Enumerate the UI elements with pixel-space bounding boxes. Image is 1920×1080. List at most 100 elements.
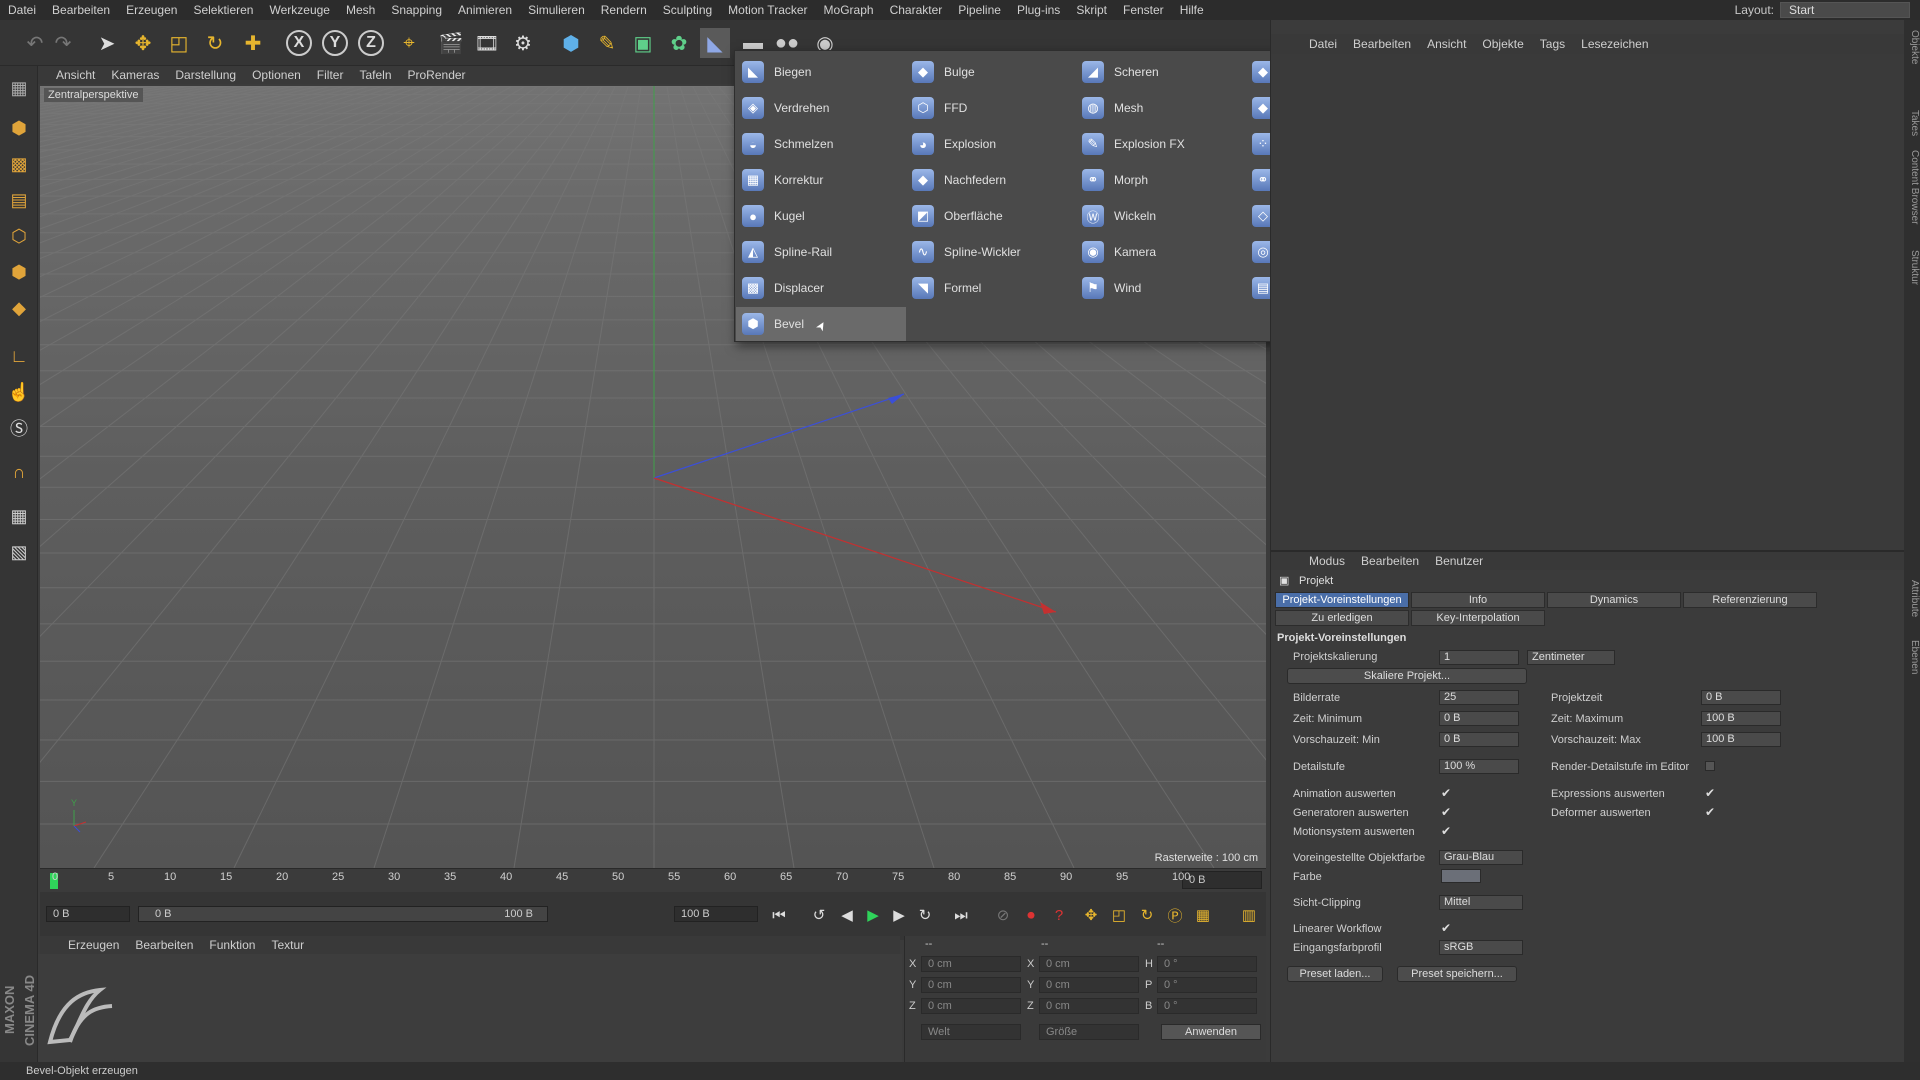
deformer-item-schmelzen[interactable]: ◒ Schmelzen bbox=[736, 127, 906, 161]
generators-checkbox[interactable]: ✔ bbox=[1441, 805, 1451, 819]
key-parameter-icon[interactable]: Ⓟ bbox=[1164, 904, 1186, 926]
menu-simulieren[interactable]: Simulieren bbox=[520, 0, 593, 20]
side-tab-objekte[interactable]: Objekte bbox=[1904, 30, 1920, 64]
frame-range-slider[interactable]: 0 B 100 B bbox=[138, 906, 548, 922]
object-menu-tags[interactable]: Tags bbox=[1532, 37, 1573, 51]
preset-load-button[interactable]: Preset laden... bbox=[1287, 966, 1383, 982]
texture-mode-icon[interactable]: ▩ bbox=[5, 150, 33, 178]
previous-frame-icon[interactable]: ◀ bbox=[836, 904, 858, 926]
viewport-menu-optionen[interactable]: Optionen bbox=[244, 66, 309, 84]
spline-pen-icon[interactable]: ✎ bbox=[592, 28, 622, 58]
side-tab-content-browser[interactable]: Content Browser bbox=[1904, 150, 1920, 224]
color-swatch[interactable] bbox=[1441, 869, 1481, 883]
menu-mograph[interactable]: MoGraph bbox=[816, 0, 882, 20]
tweak-mode-icon[interactable]: ☝ bbox=[5, 378, 33, 406]
deformer-item-scheren[interactable]: ◢ Scheren bbox=[1076, 55, 1246, 89]
record-active-icon[interactable]: ⏺ bbox=[1020, 904, 1042, 926]
side-tab-ebenen[interactable]: Ebenen bbox=[1904, 640, 1920, 674]
deformers-checkbox[interactable]: ✔ bbox=[1705, 805, 1715, 819]
attribute-menu-bearbeiten[interactable]: Bearbeiten bbox=[1353, 554, 1427, 568]
rotate-icon[interactable]: ↻ bbox=[200, 28, 230, 58]
viewport-menu-tafeln[interactable]: Tafeln bbox=[351, 66, 399, 84]
axis-mode-icon[interactable]: ∟ bbox=[5, 342, 33, 370]
subdivision-icon[interactable]: ▣ bbox=[628, 28, 658, 58]
end-frame-field[interactable]: 100 B bbox=[674, 906, 758, 922]
points-mode-icon[interactable]: ⬡ bbox=[5, 222, 33, 250]
deformer-item-biegen[interactable]: ◣ Biegen bbox=[736, 55, 906, 89]
magnet-icon[interactable]: ∩ bbox=[5, 458, 33, 486]
attribute-menu-benutzer[interactable]: Benutzer bbox=[1427, 554, 1491, 568]
timeline-ruler[interactable]: 0 B 0 5 10 15 20 25 30 35 40 45 50 55 60 65 70 75 80 85 90… bbox=[40, 868, 1266, 892]
object-manager-area[interactable] bbox=[1271, 54, 1905, 554]
preset-save-button[interactable]: Preset speichern... bbox=[1397, 966, 1517, 982]
redo-icon[interactable]: ↷ bbox=[48, 28, 78, 58]
coord-field[interactable]: 0 cm bbox=[1039, 998, 1139, 1014]
viewport-menu-darstellung[interactable]: Darstellung bbox=[167, 66, 244, 84]
cube-object-icon[interactable]: ⬢ bbox=[556, 28, 586, 58]
menu-datei[interactable]: Datei bbox=[0, 0, 44, 20]
render-detail-checkbox[interactable] bbox=[1705, 761, 1715, 771]
attribute-menu-modus[interactable]: Modus bbox=[1301, 554, 1353, 568]
coord-field[interactable]: 0 cm bbox=[1039, 956, 1139, 972]
cloner-icon[interactable]: ✿ bbox=[664, 28, 694, 58]
grid-snap-icon[interactable]: ▧ bbox=[5, 538, 33, 566]
axis-x-toggle[interactable]: X bbox=[286, 30, 312, 56]
deformer-item-ffd[interactable]: ⬡ FFD bbox=[906, 91, 1076, 125]
deformer-item-kugel[interactable]: ● Kugel bbox=[736, 199, 906, 233]
side-tab-struktur[interactable]: Struktur bbox=[1904, 250, 1920, 285]
polygons-mode-icon[interactable]: ◆ bbox=[5, 294, 33, 322]
viewport-menu-prorender[interactable]: ProRender bbox=[400, 66, 474, 84]
menu-selektieren[interactable]: Selektieren bbox=[185, 0, 261, 20]
coord-field[interactable]: 0 cm bbox=[921, 977, 1021, 993]
render-picture-viewer-icon[interactable]: 🎞 bbox=[472, 28, 502, 58]
zeit-min-field[interactable]: 0 B bbox=[1439, 711, 1519, 726]
scale-icon[interactable]: ◰ bbox=[164, 28, 194, 58]
menu-charakter[interactable]: Charakter bbox=[882, 0, 951, 20]
tab-key-interpolation[interactable]: Key-Interpolation bbox=[1411, 610, 1545, 626]
workplane-icon[interactable]: ▤ bbox=[5, 186, 33, 214]
deformer-item-wickeln[interactable]: Ⓦ Wickeln bbox=[1076, 199, 1246, 233]
side-tab-attribute[interactable]: Attribute bbox=[1904, 580, 1920, 617]
play-icon[interactable]: ▶ bbox=[862, 904, 884, 926]
scale-project-button[interactable]: Skaliere Projekt... bbox=[1287, 668, 1527, 684]
menu-plug-ins[interactable]: Plug-ins bbox=[1009, 0, 1068, 20]
input-profile-dropdown[interactable]: sRGB bbox=[1439, 940, 1523, 955]
side-tab-takes[interactable]: Takes bbox=[1904, 110, 1920, 136]
object-menu-ansicht[interactable]: Ansicht bbox=[1419, 37, 1474, 51]
coordinate-system-icon[interactable]: ⌖ bbox=[394, 28, 424, 58]
bilderrate-field[interactable]: 25 bbox=[1439, 690, 1519, 705]
snap-icon[interactable]: Ⓢ bbox=[5, 414, 33, 442]
axis-z-toggle[interactable]: Z bbox=[358, 30, 384, 56]
deformer-item-spline-wickler[interactable]: ∿ Spline-Wickler bbox=[906, 235, 1076, 269]
coord-field[interactable]: 0 ° bbox=[1157, 998, 1257, 1014]
make-editable-icon[interactable]: ▦ bbox=[5, 74, 33, 102]
axis-y-toggle[interactable]: Y bbox=[322, 30, 348, 56]
menu-fenster[interactable]: Fenster bbox=[1115, 0, 1172, 20]
projektskalierung-field[interactable]: 1 bbox=[1439, 650, 1519, 665]
menu-bearbeiten[interactable]: Bearbeiten bbox=[44, 0, 118, 20]
object-menu-datei[interactable]: Datei bbox=[1301, 37, 1345, 51]
coord-field[interactable]: 0 ° bbox=[1157, 977, 1257, 993]
vorschau-min-field[interactable]: 0 B bbox=[1439, 732, 1519, 747]
detailstufe-field[interactable]: 100 % bbox=[1439, 759, 1519, 774]
deformer-item-bevel[interactable]: ⬢ Bevel ➤ bbox=[736, 307, 906, 341]
coord-field[interactable]: 0 ° bbox=[1157, 956, 1257, 972]
menu-erzeugen[interactable]: Erzeugen bbox=[118, 0, 185, 20]
material-area[interactable] bbox=[38, 954, 902, 1062]
material-menu-bearbeiten[interactable]: Bearbeiten bbox=[127, 938, 201, 952]
vorschau-max-field[interactable]: 100 B bbox=[1701, 732, 1781, 747]
object-menu-objekte[interactable]: Objekte bbox=[1474, 37, 1531, 51]
coord-size-dropdown[interactable]: Größe bbox=[1039, 1024, 1139, 1040]
deformer-item-morph[interactable]: ⚭ Morph bbox=[1076, 163, 1246, 197]
object-menu-lesezeichen[interactable]: Lesezeichen bbox=[1573, 37, 1656, 51]
deformer-item-bulge[interactable]: ◆ Bulge bbox=[906, 55, 1076, 89]
layout-dropdown[interactable]: Start bbox=[1780, 2, 1910, 18]
transform-icon[interactable]: ✚ bbox=[238, 28, 268, 58]
material-menu-erzeugen[interactable]: Erzeugen bbox=[60, 938, 127, 952]
autokey-icon[interactable]: ? bbox=[1048, 904, 1070, 926]
viewport-menu-ansicht[interactable]: Ansicht bbox=[48, 66, 103, 84]
coord-mode-dropdown[interactable]: Welt bbox=[921, 1024, 1021, 1040]
tab-referenzierung[interactable]: Referenzierung bbox=[1683, 592, 1817, 608]
menu-motion-tracker[interactable]: Motion Tracker bbox=[720, 0, 815, 20]
object-color-dropdown[interactable]: Grau-Blau bbox=[1439, 850, 1523, 865]
